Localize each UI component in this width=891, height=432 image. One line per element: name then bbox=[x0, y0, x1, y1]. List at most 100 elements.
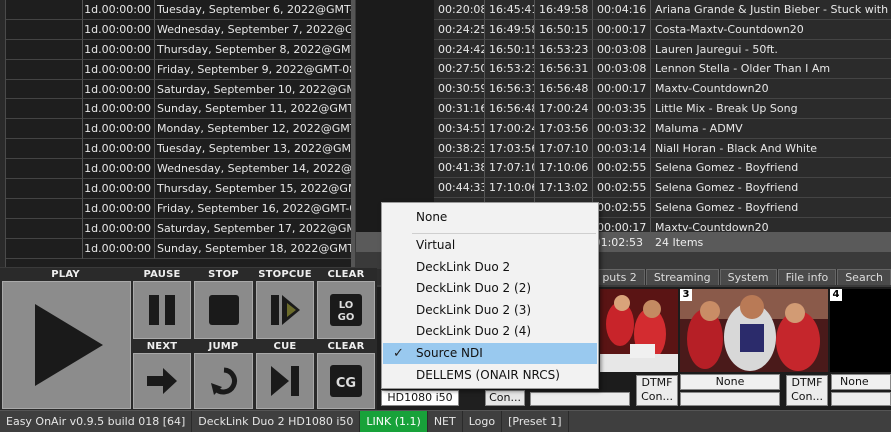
menu-item-decklink-duo-2-4[interactable]: DeckLink Duo 2 (4) bbox=[383, 321, 597, 342]
menu-item-none[interactable]: None bbox=[383, 207, 597, 228]
schedule-cell-blank bbox=[6, 159, 83, 180]
next-button[interactable] bbox=[133, 353, 191, 409]
preview-3-source[interactable]: None bbox=[680, 374, 780, 390]
playlist-row[interactable]: 00:24:42 16:50:15 16:53:23 00:03:08 Lauren J… bbox=[434, 39, 891, 60]
clear-logo-button[interactable]: LO GO bbox=[317, 281, 375, 339]
preview-2-extra-field[interactable] bbox=[530, 392, 630, 406]
preview-4-source[interactable]: None bbox=[831, 374, 891, 390]
schedule-row[interactable]: 1d.00:00:00 Tuesday, September 6, 2022@GM… bbox=[6, 0, 351, 20]
dtmf-label: DTMF bbox=[641, 376, 673, 389]
playlist-row[interactable]: 00:41:38 17:07:10 17:10:06 00:02:55 Selena G… bbox=[434, 158, 891, 179]
playlist-title: Selena Gomez - Boyfriend bbox=[651, 158, 891, 179]
playlist-start: 16:49:58 bbox=[485, 19, 535, 40]
playlist-row[interactable]: 00:34:51 17:00:24 17:03:56 00:03:32 Maluma -… bbox=[434, 118, 891, 139]
dtmf-field-3[interactable]: DTMF Con... bbox=[786, 375, 828, 406]
playlist-offset: 00:20:08 bbox=[434, 0, 485, 20]
pause-icon bbox=[149, 295, 175, 325]
menu-item-decklink-duo-2[interactable]: DeckLink Duo 2 bbox=[383, 257, 597, 278]
playlist-row[interactable]: 00:44:33 17:10:06 17:13:02 00:02:55 Selena G… bbox=[434, 178, 891, 198]
logo-icon: LOGO bbox=[330, 294, 362, 326]
playlist-offset: 00:24:25 bbox=[434, 19, 485, 40]
cue-button[interactable] bbox=[256, 353, 314, 409]
schedule-row[interactable]: 1d.00:00:00 Sunday, September 18, 2022@GM… bbox=[6, 238, 351, 259]
preview-4-extra-field[interactable] bbox=[831, 392, 891, 406]
playlist-duration: 00:03:35 bbox=[593, 98, 651, 119]
logo-status[interactable]: Logo bbox=[463, 410, 503, 432]
schedule-duration: 1d.00:00:00 bbox=[83, 119, 155, 140]
playlist-start: 16:53:23 bbox=[485, 59, 535, 80]
playlist-duration: 00:00:17 bbox=[593, 19, 651, 40]
net-status[interactable]: NET bbox=[428, 410, 463, 432]
tab-streaming[interactable]: Streaming bbox=[645, 269, 719, 285]
svg-text:GO: GO bbox=[338, 312, 355, 323]
preview-3-extra-field[interactable] bbox=[680, 392, 780, 406]
jump-button[interactable] bbox=[194, 353, 253, 409]
menu-item-dellems[interactable]: DELLEMS (ONAIR NRCS) bbox=[383, 365, 597, 386]
preview-4[interactable]: 4 bbox=[830, 289, 891, 372]
schedule-list[interactable]: 1d.00:00:00 Tuesday, September 6, 2022@GM… bbox=[0, 0, 355, 267]
schedule-duration: 1d.00:00:00 bbox=[83, 19, 155, 40]
menu-item-source-ndi[interactable]: ✓ Source NDI bbox=[383, 343, 597, 364]
play-button[interactable] bbox=[2, 281, 131, 409]
schedule-row[interactable]: 1d.00:00:00 Tuesday, September 13, 2022@G… bbox=[6, 139, 351, 160]
schedule-cell-blank bbox=[6, 179, 83, 199]
dtmf-field-2[interactable]: DTMF Con... bbox=[636, 375, 678, 406]
schedule-cell-blank bbox=[6, 79, 83, 100]
schedule-row[interactable]: 1d.00:00:00 Sunday, September 11, 2022@GM… bbox=[6, 99, 351, 120]
tab-outputs-2[interactable]: puts 2 bbox=[594, 269, 645, 285]
schedule-row[interactable]: 1d.00:00:00 Thursday, September 15, 2022@… bbox=[6, 179, 351, 199]
menu-item-label: Source NDI bbox=[416, 346, 483, 360]
playlist-row[interactable]: 00:20:08 16:45:41 16:49:58 00:04:16 Ariana G… bbox=[434, 0, 891, 20]
preset-status[interactable]: [Preset 1] bbox=[502, 410, 569, 432]
stop-button[interactable] bbox=[194, 281, 253, 339]
schedule-date: Wednesday, September 7, 2022@GMT-0 bbox=[155, 20, 351, 40]
schedule-date: Thursday, September 8, 2022@GMT-08 bbox=[155, 40, 351, 60]
playlist-start: 16:56:31 bbox=[485, 79, 535, 99]
cue-icon bbox=[271, 366, 299, 396]
tab-system[interactable]: System bbox=[719, 269, 777, 285]
playlist-row[interactable]: 00:27:50 16:53:23 16:56:31 00:03:08 Lennon S… bbox=[434, 59, 891, 80]
schedule-date: Saturday, September 10, 2022@GMT-08 bbox=[155, 80, 351, 100]
schedule-row[interactable]: 1d.00:00:00 Wednesday, September 14, 2022… bbox=[6, 159, 351, 180]
schedule-row[interactable]: 1d.00:00:00 Monday, September 12, 2022@GM… bbox=[6, 119, 351, 140]
menu-item-virtual[interactable]: Virtual bbox=[383, 235, 597, 256]
schedule-scrollbar[interactable] bbox=[351, 0, 355, 267]
schedule-row[interactable]: 1d.00:00:00 Wednesday, September 7, 2022@… bbox=[6, 19, 351, 40]
playlist-start: 17:07:10 bbox=[485, 158, 535, 179]
cg-icon: CG bbox=[330, 365, 362, 397]
playlist-end: 17:00:24 bbox=[535, 98, 593, 119]
connection-field[interactable]: Con... bbox=[485, 390, 525, 406]
playlist-row[interactable]: 00:24:25 16:49:58 16:50:15 00:00:17 Costa-Ma… bbox=[434, 19, 891, 40]
playlist-row[interactable]: 00:31:16 16:56:48 17:00:24 00:03:35 Little M… bbox=[434, 98, 891, 119]
playlist-end: 16:50:15 bbox=[535, 19, 593, 40]
status-bar: Easy OnAir v0.9.5 build 018 [64] DeckLin… bbox=[0, 410, 891, 432]
link-status[interactable]: LINK (1.1) bbox=[360, 410, 428, 432]
playlist-title: Little Mix - Break Up Song bbox=[651, 99, 891, 119]
clear-cg-button[interactable]: CG bbox=[317, 353, 375, 409]
schedule-row[interactable]: 1d.00:00:00 Friday, September 9, 2022@GMT… bbox=[6, 59, 351, 80]
menu-item-decklink-duo-2-2[interactable]: DeckLink Duo 2 (2) bbox=[383, 278, 597, 299]
tab-file-info[interactable]: File info bbox=[777, 269, 837, 285]
output-format-field[interactable]: HD1080 i50 bbox=[381, 390, 459, 406]
schedule-row[interactable]: 1d.00:00:00 Friday, September 16, 2022@GM… bbox=[6, 198, 351, 219]
playlist-duration: 00:03:08 bbox=[593, 59, 651, 80]
tab-search[interactable]: Search bbox=[837, 269, 891, 285]
playlist-row[interactable]: 00:38:23 17:03:56 17:07:10 00:03:14 Niall Ho… bbox=[434, 138, 891, 159]
stop-label: STOP bbox=[208, 269, 239, 280]
schedule-duration: 1d.00:00:00 bbox=[83, 139, 155, 160]
playlist-title: Maxtv-Countdown20 bbox=[651, 79, 891, 99]
schedule-row[interactable]: 1d.00:00:00 Saturday, September 17, 2022@… bbox=[6, 218, 351, 239]
preview-3[interactable]: 3 bbox=[680, 289, 828, 372]
schedule-row[interactable]: 1d.00:00:00 Thursday, September 8, 2022@G… bbox=[6, 39, 351, 60]
menu-item-decklink-duo-2-3[interactable]: DeckLink Duo 2 (3) bbox=[383, 300, 597, 321]
preview-2[interactable] bbox=[600, 289, 678, 372]
crowd-thumbnail bbox=[600, 289, 678, 372]
playlist-duration: 00:02:55 bbox=[593, 158, 651, 179]
playlist-end: 17:13:02 bbox=[535, 178, 593, 198]
jump-label: JUMP bbox=[208, 341, 239, 352]
schedule-row[interactable]: 1d.00:00:00 Saturday, September 10, 2022@… bbox=[6, 79, 351, 100]
playlist-row[interactable]: 00:30:59 16:56:31 16:56:48 00:00:17 Maxtv-Co… bbox=[434, 79, 891, 99]
playlist-end: 17:07:10 bbox=[535, 138, 593, 159]
pause-button[interactable] bbox=[133, 281, 191, 339]
stopcue-button[interactable] bbox=[256, 281, 314, 339]
